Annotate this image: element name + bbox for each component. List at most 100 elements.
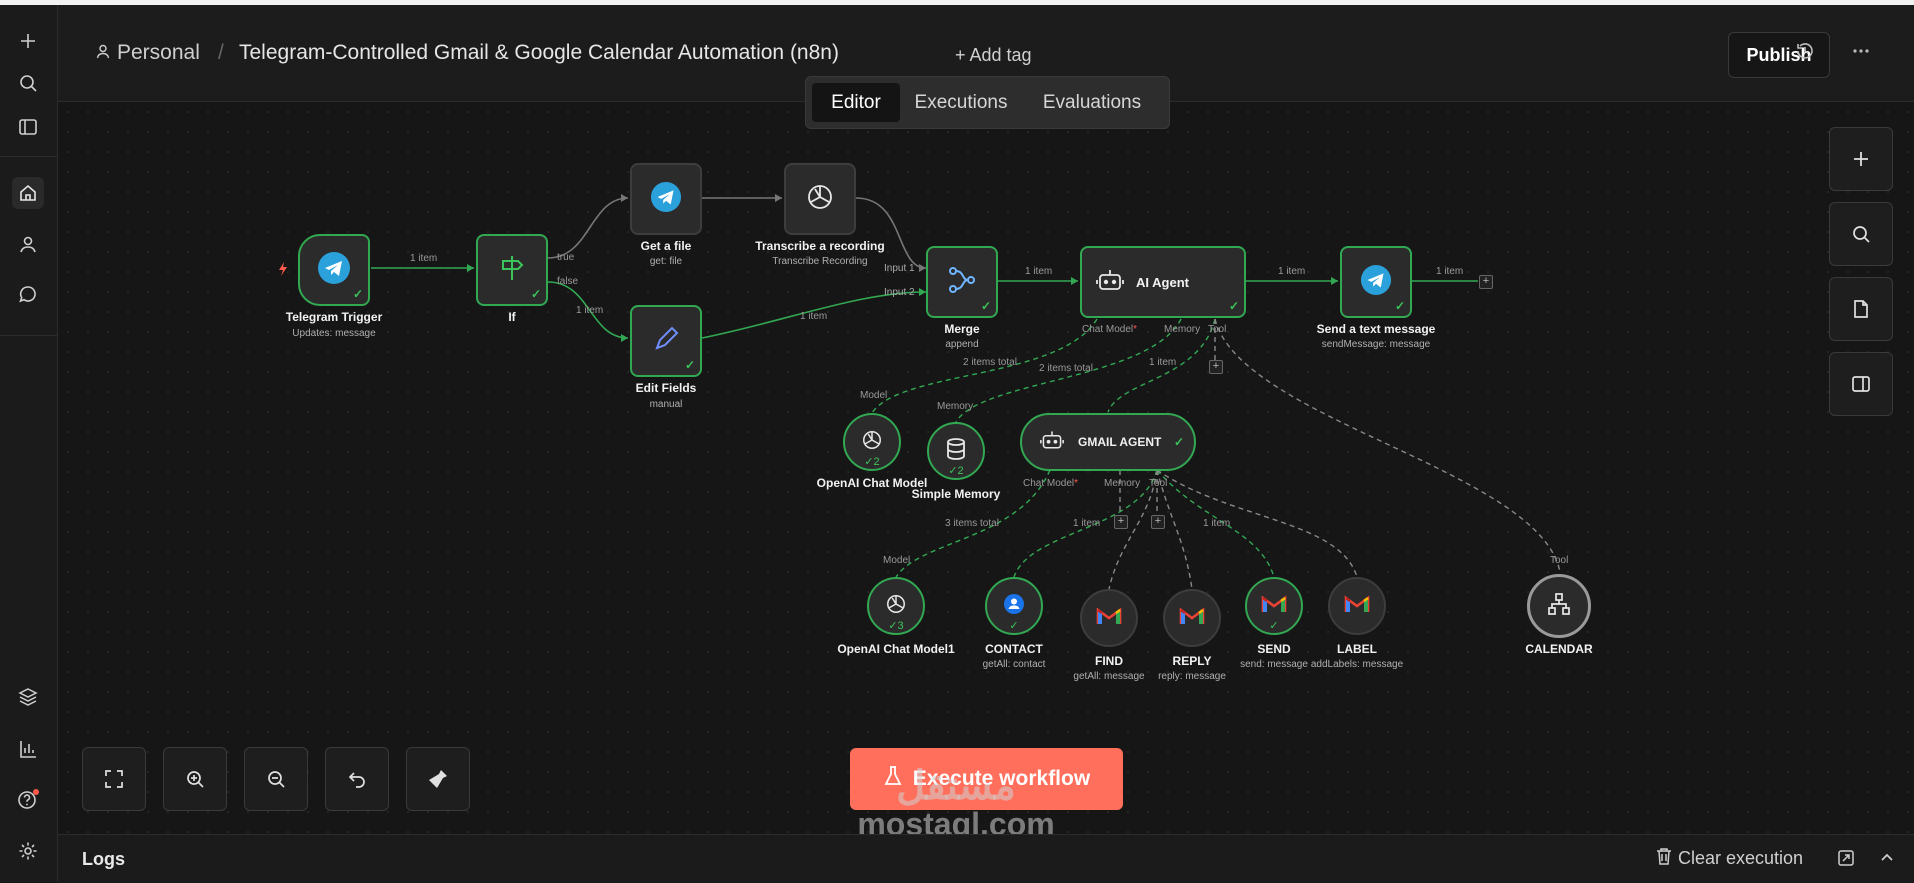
node-if[interactable]: ✓ [476,234,548,306]
edge-label: 1 item [1025,266,1053,277]
add-node-panel-button[interactable] [1829,127,1893,191]
port-memory: Memory [1164,324,1201,335]
node-subtitle: Transcribe Recording [772,256,868,267]
node-label: Telegram Trigger [285,310,383,324]
gmail-icon [1096,606,1122,631]
tab-editor[interactable]: Editor [812,83,900,122]
node-label: If [508,310,516,324]
edge-label: 1 item [1203,518,1231,529]
add-tag-button[interactable]: + Add tag [955,45,1032,66]
trash-icon [1656,847,1672,870]
node-gmail-agent[interactable]: GMAIL AGENT ✓ [1020,413,1196,471]
merge-input2-label: Input 2 [884,287,915,298]
node-label: Simple Memory [911,487,1001,501]
node-subtitle: addLabels: message [1310,659,1404,670]
tab-evaluations[interactable]: Evaluations [1022,83,1162,122]
openai-icon [804,181,836,218]
user-icon[interactable] [12,228,44,260]
add-memory-button[interactable]: + [1114,515,1128,529]
node-subtitle: reply: message [1158,671,1226,682]
node-calendar[interactable] [1527,574,1591,638]
clear-execution-button[interactable]: Clear execution [1656,847,1803,870]
popout-icon[interactable] [1837,849,1855,872]
chevron-up-icon[interactable] [1878,849,1896,872]
edge-label: 2 items total [1039,363,1093,374]
port-memory: Memory [1104,478,1141,489]
success-check-icon: ✓ [980,299,991,313]
telegram-icon [1360,264,1392,301]
database-icon [945,437,967,466]
signpost-icon [497,253,527,288]
chat-icon[interactable] [12,278,44,310]
contact-icon [1002,592,1026,621]
node-reply[interactable] [1163,589,1221,647]
node-subtitle: Updates: message [292,328,376,339]
node-label-tool[interactable] [1328,577,1386,635]
openai-icon [884,592,908,621]
workflow-canvas[interactable] [58,102,1914,834]
edge-label-true: true [557,252,575,263]
project-user-icon [95,41,111,65]
project-link[interactable]: Personal [117,41,200,65]
telegram-icon [650,181,682,218]
templates-icon[interactable] [12,681,44,713]
workflow-title[interactable]: Telegram-Controlled Gmail & Google Calen… [239,41,839,65]
sticky-note-button[interactable] [1829,277,1893,341]
node-subtitle: sendMessage: message [1321,339,1431,350]
search-nodes-button[interactable] [1829,202,1893,266]
undo-button[interactable] [325,747,389,811]
fit-view-button[interactable] [82,747,146,811]
plus-icon[interactable] [12,25,44,57]
node-send-text[interactable]: ✓ [1340,246,1412,318]
port-model: Model [883,555,911,566]
edge-label: 1 item [800,311,828,322]
insights-icon[interactable] [12,733,44,765]
toggle-panel-button[interactable] [1829,352,1893,416]
history-icon[interactable] [1795,41,1815,66]
search-icon[interactable] [12,67,44,99]
edge-label: 1 item [1073,518,1101,529]
sitemap-icon [1547,592,1571,621]
node-contact[interactable]: ✓ [985,577,1043,635]
settings-icon[interactable] [12,835,44,867]
tidy-up-button[interactable] [406,747,470,811]
node-telegram-trigger[interactable]: ✓ [298,234,370,306]
logs-panel[interactable]: Logs Clear execution [58,834,1914,883]
node-edit-fields[interactable]: ✓ [630,305,702,377]
run-count: ✓2 [948,465,964,477]
sidebar-divider [0,335,57,336]
breadcrumb: Personal [95,41,200,65]
zoom-in-button[interactable] [163,747,227,811]
node-openai-chat-model[interactable]: ✓2 [843,413,901,471]
tab-executions[interactable]: Executions [906,83,1016,122]
merge-icon [946,264,978,301]
node-simple-memory[interactable]: ✓2 [927,422,985,480]
zoom-out-button[interactable] [244,747,308,811]
node-ai-agent[interactable]: AI Agent ✓ [1080,246,1246,318]
edge-label: 1 item [1149,357,1177,368]
node-send[interactable]: ✓ [1245,577,1303,635]
node-subtitle: get: file [649,256,683,267]
node-find[interactable] [1080,589,1138,647]
port-chat-model: Chat Model* [1023,478,1079,489]
edge-label-false: false [557,276,579,287]
node-subtitle: getAll: contact [982,659,1046,670]
gmail-icon [1344,594,1370,619]
more-menu-icon[interactable] [1851,41,1871,66]
left-sidebar [0,5,58,882]
node-merge[interactable]: ✓ [926,246,998,318]
merge-input1-label: Input 1 [884,263,915,274]
node-get-file[interactable] [630,163,702,235]
node-openai-chat-model1[interactable]: ✓3 [867,577,925,635]
add-tool-button[interactable]: + [1151,515,1165,529]
node-transcribe[interactable] [784,163,856,235]
add-tool-button[interactable]: + [1209,360,1223,374]
add-node-button[interactable]: + [1479,275,1493,289]
edge-label: 1 item [1278,266,1306,277]
edge-label: 1 item [410,253,438,264]
help-icon[interactable] [12,784,44,816]
home-icon[interactable] [12,177,44,209]
node-label: AI Agent [1136,274,1189,290]
robot-icon [1040,428,1064,457]
panel-icon[interactable] [12,111,44,143]
